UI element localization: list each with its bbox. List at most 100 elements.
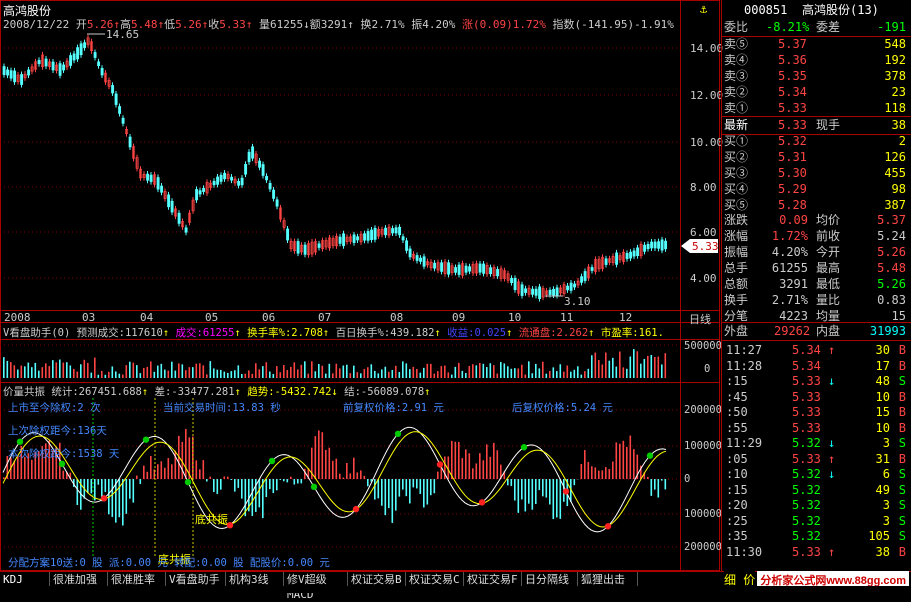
chart-canvas[interactable] (0, 0, 720, 571)
candle-body (304, 245, 306, 254)
index-pct: -1.91% (634, 18, 674, 31)
bid-row: 买②5.31126 (722, 149, 911, 166)
stat-value: 5.26 (877, 244, 906, 261)
vol-value: 61255 (270, 18, 303, 31)
candle-body (297, 241, 299, 253)
period-label[interactable]: 日线 (689, 311, 711, 327)
trade-side: B (899, 421, 906, 436)
indicator-tab[interactable]: KDJ (0, 572, 50, 587)
indicator-bar (609, 469, 611, 479)
trade-price: 5.33 (792, 374, 821, 389)
trade-row[interactable]: :155.33↓48S (722, 374, 911, 389)
candle-body (10, 71, 12, 79)
volume-bar (315, 371, 317, 378)
volume-bar (553, 367, 555, 378)
price-axis-label: 14.00 (690, 42, 723, 55)
trade-row[interactable]: :555.3310B (722, 421, 911, 436)
vol-axis-zero: 0 (704, 363, 710, 375)
trade-volume: 15 (876, 405, 890, 420)
indicator-tab[interactable]: 日分隔线 (522, 572, 578, 587)
volume-bar (52, 360, 54, 378)
indicator-bar (150, 456, 152, 479)
indicator-bar (409, 479, 411, 503)
indicator-bar (392, 479, 394, 523)
volume-bar (406, 363, 408, 378)
indicator-bar (241, 479, 243, 499)
candle-body (248, 152, 250, 162)
candle-body (665, 241, 667, 249)
stock-code: 000851 (744, 2, 787, 19)
signal-dot (479, 499, 485, 505)
indicator-bar (290, 477, 292, 479)
trade-price: 5.33 (792, 452, 821, 467)
volume-bar (98, 375, 100, 378)
indicator-bar (322, 432, 324, 479)
dist-text: 分配方案10送:0 股 派:0.00 元 转配:0.00 股 配股价:0.00 … (8, 555, 330, 570)
chart-area[interactable]: 高鸿股份 2008/12/22 开5.26↑高5.48↑低5.26↑收5.33↑… (0, 0, 720, 571)
indicator-tab[interactable]: 机构3线 (226, 572, 284, 587)
candle-body (7, 70, 9, 75)
volume-bar (147, 367, 149, 378)
trade-row[interactable]: 11:295.32↓3S (722, 436, 911, 451)
indicator-tab[interactable]: 修V超级MACD (284, 572, 348, 587)
volume-bar (21, 366, 23, 378)
indicator-tab[interactable]: 权证交易C (406, 572, 464, 587)
candle-body (626, 253, 628, 258)
trade-row[interactable]: :105.32↓6S (722, 467, 911, 482)
indicator-bar (325, 450, 327, 479)
volume-bar (56, 362, 58, 378)
indicator-bar (626, 447, 628, 479)
candle-body (224, 173, 226, 179)
trade-price: 5.33 (792, 545, 821, 560)
trade-row[interactable]: :055.33↑31B (722, 452, 911, 467)
indicator-tab[interactable]: 狐狸出击 (578, 572, 638, 587)
trade-row[interactable]: :505.3315B (722, 405, 911, 420)
trade-price: 5.32 (792, 529, 821, 544)
indicator-bar (605, 467, 607, 479)
trade-row[interactable]: :355.32105S (722, 529, 911, 544)
trade-row[interactable]: :255.323S (722, 514, 911, 529)
trade-row[interactable]: 11:275.34↑30B (722, 343, 911, 358)
indicator-bar (364, 476, 366, 479)
signal-dot (521, 444, 527, 450)
volume-bar (231, 371, 233, 378)
price-axis-label: 12.00 (690, 89, 723, 102)
indicator-tab[interactable]: 很准加强 (50, 572, 108, 587)
volume-bar (175, 371, 177, 378)
amount-value: 3291 (321, 18, 348, 31)
month-label: 07 (318, 311, 331, 324)
trade-price: 5.32 (792, 498, 821, 513)
indicator-bar (297, 479, 299, 484)
indicator-bar (427, 479, 429, 505)
indicator-bar (665, 479, 667, 489)
trade-row[interactable]: 11:305.33↑38B (722, 545, 911, 560)
trade-row[interactable]: :205.323S (722, 498, 911, 513)
indicator-tab[interactable]: 很准胜率 (108, 572, 166, 587)
anchor-icon[interactable]: ⚓ (700, 2, 707, 16)
trade-row[interactable]: :155.3249S (722, 483, 911, 498)
indicator-tab[interactable]: 权证交易F (464, 572, 522, 587)
volume-bar (402, 361, 404, 378)
trade-side: B (899, 452, 906, 467)
volume-bar (129, 362, 131, 378)
stat-value: 1.72% (772, 228, 808, 245)
price-axis-label: 10.00 (690, 136, 723, 149)
indicator-bar (549, 479, 551, 504)
indicator-tab[interactable]: 权证交易B (348, 572, 406, 587)
candle-body (616, 253, 618, 265)
candle-body (343, 234, 345, 246)
indicator-tab[interactable]: V看盘助手 (166, 572, 226, 587)
trade-row[interactable]: :455.3310B (722, 390, 911, 405)
volume-bar (661, 364, 663, 378)
trade-row[interactable]: 11:285.3417B (722, 359, 911, 374)
volume-bar (199, 363, 201, 378)
indicator-bar (378, 479, 380, 498)
stat-value: 5.48 (877, 260, 906, 277)
volume-bar (252, 374, 254, 378)
indicator-bar (598, 471, 600, 479)
volume-bar (63, 363, 65, 378)
candle-body (70, 56, 72, 66)
volume-bar (637, 351, 639, 378)
volume-bar (651, 355, 653, 378)
level-label: 卖③ (724, 68, 748, 85)
